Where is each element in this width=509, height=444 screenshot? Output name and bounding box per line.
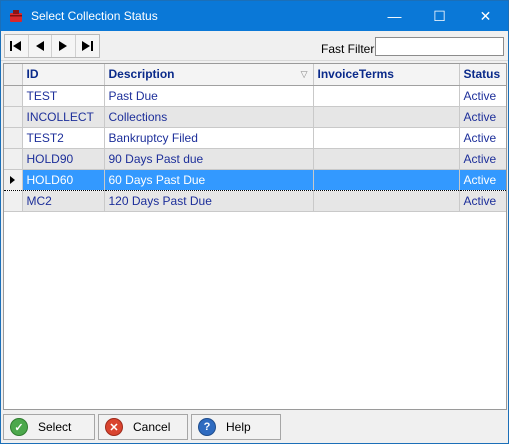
cell-description: 120 Days Past Due xyxy=(104,190,314,212)
close-button[interactable]: ✕ xyxy=(463,1,508,31)
table-row[interactable]: TEST Past Due Active xyxy=(4,85,506,107)
help-question-icon: ? xyxy=(198,418,216,436)
cell-status: Active xyxy=(459,85,506,107)
next-record-button[interactable] xyxy=(52,35,76,57)
table-row[interactable]: HOLD90 90 Days Past due Active xyxy=(4,148,506,170)
select-collection-status-dialog: Select Collection Status — ☐ ✕ Fast Filt… xyxy=(0,0,509,444)
cell-description: 60 Days Past Due xyxy=(104,168,314,191)
cell-invoice-terms xyxy=(313,148,460,170)
fast-filter-input[interactable] xyxy=(375,37,504,56)
select-button[interactable]: ✓ Select xyxy=(3,414,95,440)
sort-descending-icon: ▽ xyxy=(300,69,308,79)
column-header-description[interactable]: Description ▽ xyxy=(104,64,314,86)
checkmark-icon: ✓ xyxy=(10,418,28,436)
row-selector[interactable] xyxy=(4,148,23,170)
cell-status: Active xyxy=(459,190,506,212)
row-selector[interactable] xyxy=(4,168,23,191)
cell-id: TEST xyxy=(22,85,105,107)
next-record-icon xyxy=(59,41,68,51)
cell-description: 90 Days Past due xyxy=(104,148,314,170)
help-button[interactable]: ? Help xyxy=(191,414,281,440)
table-row-selected[interactable]: HOLD60 60 Days Past Due Active xyxy=(4,168,506,191)
row-selector[interactable] xyxy=(4,85,23,107)
cell-id: MC2 xyxy=(22,190,105,212)
cell-description: Bankruptcy Filed xyxy=(104,127,314,149)
previous-record-button[interactable] xyxy=(29,35,52,57)
last-record-icon xyxy=(82,41,94,51)
row-selector[interactable] xyxy=(4,127,23,149)
cell-invoice-terms xyxy=(313,190,460,212)
cancel-x-icon: ✕ xyxy=(105,418,123,436)
cancel-button[interactable]: ✕ Cancel xyxy=(98,414,188,440)
column-header-description-label: Description xyxy=(108,67,175,82)
cell-invoice-terms xyxy=(313,106,460,128)
cell-description: Collections xyxy=(104,106,314,128)
app-icon xyxy=(10,10,22,22)
cell-id: HOLD90 xyxy=(22,148,105,170)
previous-record-icon xyxy=(35,41,44,51)
column-header-id[interactable]: ID xyxy=(22,64,105,86)
row-selector[interactable] xyxy=(4,190,23,212)
maximize-button[interactable]: ☐ xyxy=(417,1,462,31)
window-title: Select Collection Status xyxy=(31,9,158,23)
record-navigator xyxy=(4,34,100,58)
status-table: ID Description ▽ InvoiceTerms Status TEST… xyxy=(4,64,506,212)
cell-description: Past Due xyxy=(104,85,314,107)
fast-filter-label: Fast Filter xyxy=(321,42,375,56)
table-row[interactable]: INCOLLECT Collections Active xyxy=(4,106,506,128)
toolbar: Fast Filter xyxy=(1,31,508,61)
first-record-button[interactable] xyxy=(5,35,29,57)
title-bar[interactable]: Select Collection Status — ☐ ✕ xyxy=(1,1,508,31)
cell-id: INCOLLECT xyxy=(22,106,105,128)
cell-invoice-terms xyxy=(313,127,460,149)
cell-id: TEST2 xyxy=(22,127,105,149)
cancel-button-label: Cancel xyxy=(133,420,171,434)
header-row: ID Description ▽ InvoiceTerms Status xyxy=(4,64,506,86)
current-row-arrow-icon xyxy=(10,175,15,184)
row-selector[interactable] xyxy=(4,106,23,128)
cell-status: Active xyxy=(459,127,506,149)
cell-invoice-terms xyxy=(313,85,460,107)
cell-status: Active xyxy=(459,168,506,191)
help-button-label: Help xyxy=(226,420,251,434)
table-row[interactable]: MC2 120 Days Past Due Active xyxy=(4,190,506,212)
table-row[interactable]: TEST2 Bankruptcy Filed Active xyxy=(4,127,506,149)
cell-status: Active xyxy=(459,148,506,170)
cell-invoice-terms xyxy=(313,168,460,191)
column-header-status[interactable]: Status xyxy=(459,64,506,86)
minimize-button[interactable]: — xyxy=(372,1,417,31)
button-bar: ✓ Select ✕ Cancel ? Help xyxy=(1,412,508,443)
column-header-invoice-terms[interactable]: InvoiceTerms xyxy=(313,64,460,86)
last-record-button[interactable] xyxy=(76,35,99,57)
cell-id: HOLD60 xyxy=(22,168,105,191)
collection-status-grid[interactable]: ID Description ▽ InvoiceTerms Status TEST… xyxy=(3,63,507,410)
first-record-icon xyxy=(10,41,22,51)
cell-status: Active xyxy=(459,106,506,128)
row-selector-header xyxy=(4,64,23,86)
select-button-label: Select xyxy=(38,420,72,434)
